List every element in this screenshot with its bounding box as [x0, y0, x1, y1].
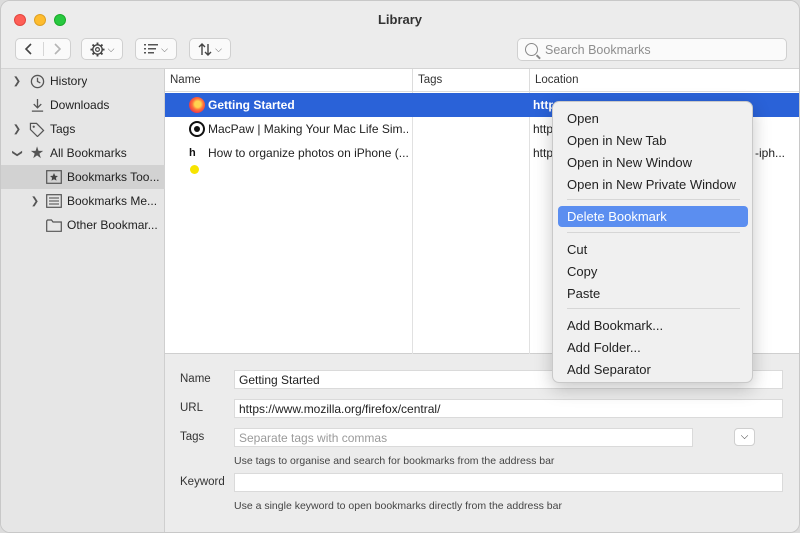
row-tags [417, 117, 527, 141]
sidebar-item-bookmarks-toolbar[interactable]: Bookmarks Too... [1, 165, 165, 189]
folder-icon [46, 217, 62, 233]
forward-button[interactable] [44, 39, 71, 59]
row-name: Getting Started [208, 98, 295, 112]
sidebar-item-label: All Bookmarks [50, 146, 127, 160]
organize-button-content: ⌵ [82, 39, 122, 59]
chevron-left-icon [25, 43, 32, 55]
download-icon [29, 97, 45, 113]
menu-item-open-in-new-window[interactable]: Open in New Window [558, 152, 748, 173]
sidebar-item-label: Bookmarks Too... [67, 170, 160, 184]
sidebar-item-history[interactable]: ❯ History [1, 69, 165, 93]
menu-item-paste[interactable]: Paste [558, 283, 748, 304]
navigation-group [15, 38, 71, 60]
menu-item-open-in-new-tab[interactable]: Open in New Tab [558, 130, 748, 151]
tags-hint: Use tags to organise and search for book… [234, 455, 555, 467]
chevron-down-icon: ⌵ [161, 43, 168, 54]
sidebar: ❯ History Downloads ❯ Tags ❯ ★ All Bookm… [1, 69, 165, 532]
bookmark-menu-icon [46, 193, 62, 209]
row-tags [417, 141, 527, 165]
bookmark-toolbar-icon [46, 169, 62, 185]
search-field[interactable] [517, 38, 787, 61]
sidebar-item-bookmarks-menu[interactable]: ❯ Bookmarks Me... [1, 189, 165, 213]
macpaw-icon [189, 121, 205, 137]
chevron-down-icon: ⌵ [215, 43, 222, 54]
sort-button[interactable]: ⌵ [189, 38, 231, 60]
clock-icon [29, 73, 45, 89]
menu-separator [567, 199, 740, 200]
window-title: Library [377, 12, 423, 27]
menu-item-add-separator[interactable]: Add Separator [558, 359, 748, 380]
sidebar-item-label: Other Bookmar... [67, 218, 158, 232]
back-button[interactable] [16, 39, 43, 59]
title-bar: Library ⌵ ⌵ ⌵ Search Bookmarks [1, 1, 799, 69]
menu-item-copy[interactable]: Copy [558, 261, 748, 282]
chevron-right-icon [54, 43, 61, 55]
keyword-field[interactable] [234, 473, 783, 492]
menu-item-add-bookmark[interactable]: Add Bookmark... [558, 315, 748, 336]
tags-dropdown-button[interactable]: ⌵ [734, 428, 755, 446]
sidebar-item-label: Downloads [50, 98, 110, 112]
chevron-down-icon: ⌵ [107, 43, 115, 54]
name-label: Name [180, 373, 211, 385]
search-input[interactable] [545, 42, 775, 57]
menu-separator [567, 308, 740, 309]
context-menu: Open Open in New Tab Open in New Window … [552, 101, 753, 383]
row-location: http [533, 122, 553, 136]
search-icon [525, 43, 538, 56]
column-header-tags[interactable]: Tags [413, 69, 530, 92]
url-field[interactable] [234, 399, 783, 418]
menu-item-open-in-new-private-window[interactable]: Open in New Private Window [558, 174, 748, 195]
disclosure-triangle-icon[interactable]: ❯ [12, 147, 23, 159]
sidebar-item-tags[interactable]: ❯ Tags [1, 117, 165, 141]
library-window: Library ⌵ ⌵ ⌵ Search Bookmarks ❯ History… [0, 0, 800, 533]
column-header-location[interactable]: Location [530, 69, 799, 92]
disclosure-triangle-icon[interactable]: ❯ [11, 124, 23, 135]
sidebar-item-label: Tags [50, 122, 76, 136]
sidebar-item-other-bookmarks[interactable]: Other Bookmar... [1, 213, 165, 237]
hb-icon: h [189, 145, 205, 174]
sidebar-item-label: History [50, 74, 88, 88]
list-icon [144, 44, 159, 54]
views-button-content: ⌵ [136, 39, 176, 59]
row-tags [417, 93, 527, 117]
tags-field[interactable] [234, 428, 693, 447]
sidebar-item-downloads[interactable]: Downloads [1, 93, 165, 117]
sidebar-item-all-bookmarks[interactable]: ❯ ★ All Bookmarks [1, 141, 165, 165]
tags-label: Tags [180, 431, 205, 443]
menu-item-cut[interactable]: Cut [558, 239, 748, 260]
row-name: MacPaw | Making Your Mac Life Sim... [208, 122, 408, 136]
menu-item-delete-bookmark[interactable]: Delete Bookmark [558, 206, 748, 227]
sort-icon [198, 42, 212, 56]
disclosure-triangle-icon[interactable]: ❯ [11, 76, 23, 87]
views-button[interactable]: ⌵ [135, 38, 177, 60]
column-header-name[interactable]: Name [165, 69, 413, 92]
list-header: Name Tags Location [165, 69, 799, 92]
chevron-down-icon: ⌵ [740, 431, 749, 442]
menu-item-add-folder[interactable]: Add Folder... [558, 337, 748, 358]
row-location: https://www.mozilla.org/firefox/central/ [533, 98, 553, 112]
row-location: http [533, 146, 553, 160]
row-name: How to organize photos on iPhone (... [208, 146, 408, 160]
menu-item-open[interactable]: Open [558, 108, 748, 129]
disclosure-triangle-icon[interactable]: ❯ [29, 196, 41, 207]
url-label: URL [180, 402, 204, 414]
row-location-tail: -iph... [755, 146, 786, 160]
keyword-hint: Use a single keyword to open bookmarks d… [234, 500, 562, 512]
menu-separator [567, 232, 740, 233]
tag-icon [29, 121, 45, 137]
sidebar-item-label: Bookmarks Me... [67, 194, 158, 208]
star-icon: ★ [29, 145, 45, 162]
firefox-icon [189, 97, 205, 113]
sort-button-content: ⌵ [190, 39, 230, 59]
keyword-label: Keyword [180, 476, 225, 488]
gear-icon [90, 41, 105, 57]
organize-button[interactable]: ⌵ [81, 38, 123, 60]
